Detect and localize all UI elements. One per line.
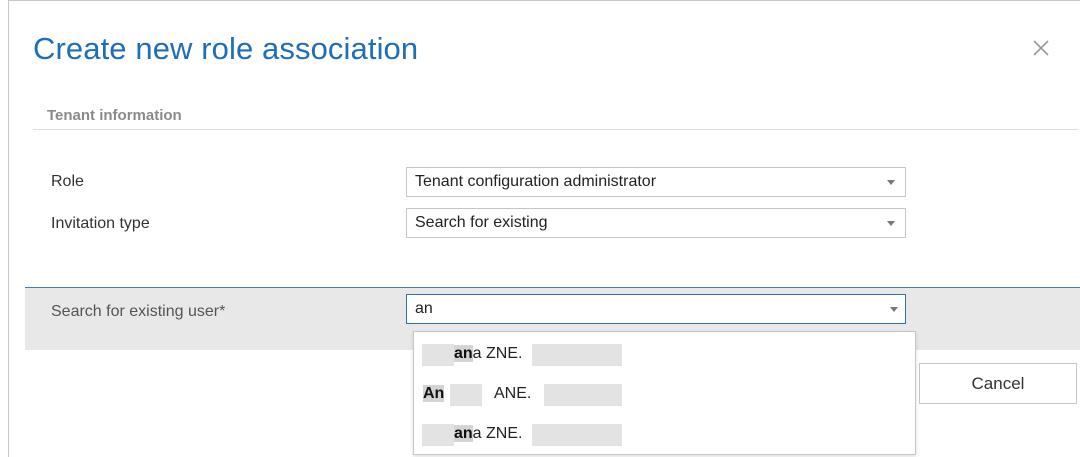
user-suggestion-dropdown: ana ZNE. An ANE. ana ZNE. [413,331,916,455]
suggestion-item[interactable]: ana ZNE. [414,334,915,374]
required-marker: * [219,303,226,320]
search-user-label-text: Search for existing user [51,303,220,320]
redacted-text [422,344,454,366]
role-select-value: Tenant configuration administrator [415,173,657,190]
invitation-type-select-value: Search for existing [415,214,548,231]
suggestion-item[interactable]: An ANE. [414,374,915,414]
redacted-text [422,424,454,446]
close-icon [1033,40,1049,56]
suggestion-match: an [454,345,473,362]
redacted-text [532,344,622,366]
chevron-down-icon[interactable] [890,307,898,312]
suggestion-rest: ANE. [494,385,532,402]
search-user-label: Search for existing user* [51,303,225,321]
search-user-input[interactable] [406,294,906,324]
chevron-down-icon [887,221,895,226]
suggestion-rest: a ZNE. [472,345,523,362]
suggestion-rest: a ZNE. [472,425,523,442]
suggestion-match: An [423,385,445,402]
suggestion-match: an [454,425,473,442]
redacted-text [450,384,482,406]
section-header-tenant-information: Tenant information [47,107,182,124]
redacted-text [532,424,622,446]
role-label: Role [51,173,84,190]
cancel-button[interactable]: Cancel [919,363,1077,404]
create-role-association-dialog: Create new role association Tenant infor… [8,0,1080,457]
dialog-title: Create new role association [33,31,419,66]
invitation-type-select[interactable]: Search for existing [406,208,906,238]
role-select[interactable]: Tenant configuration administrator [406,167,906,197]
redacted-text [544,384,622,406]
section-divider [33,129,1078,130]
invitation-type-label: Invitation type [51,215,150,232]
close-button[interactable] [1028,35,1054,61]
suggestion-item[interactable]: ana ZNE. [414,414,915,454]
chevron-down-icon [887,180,895,185]
